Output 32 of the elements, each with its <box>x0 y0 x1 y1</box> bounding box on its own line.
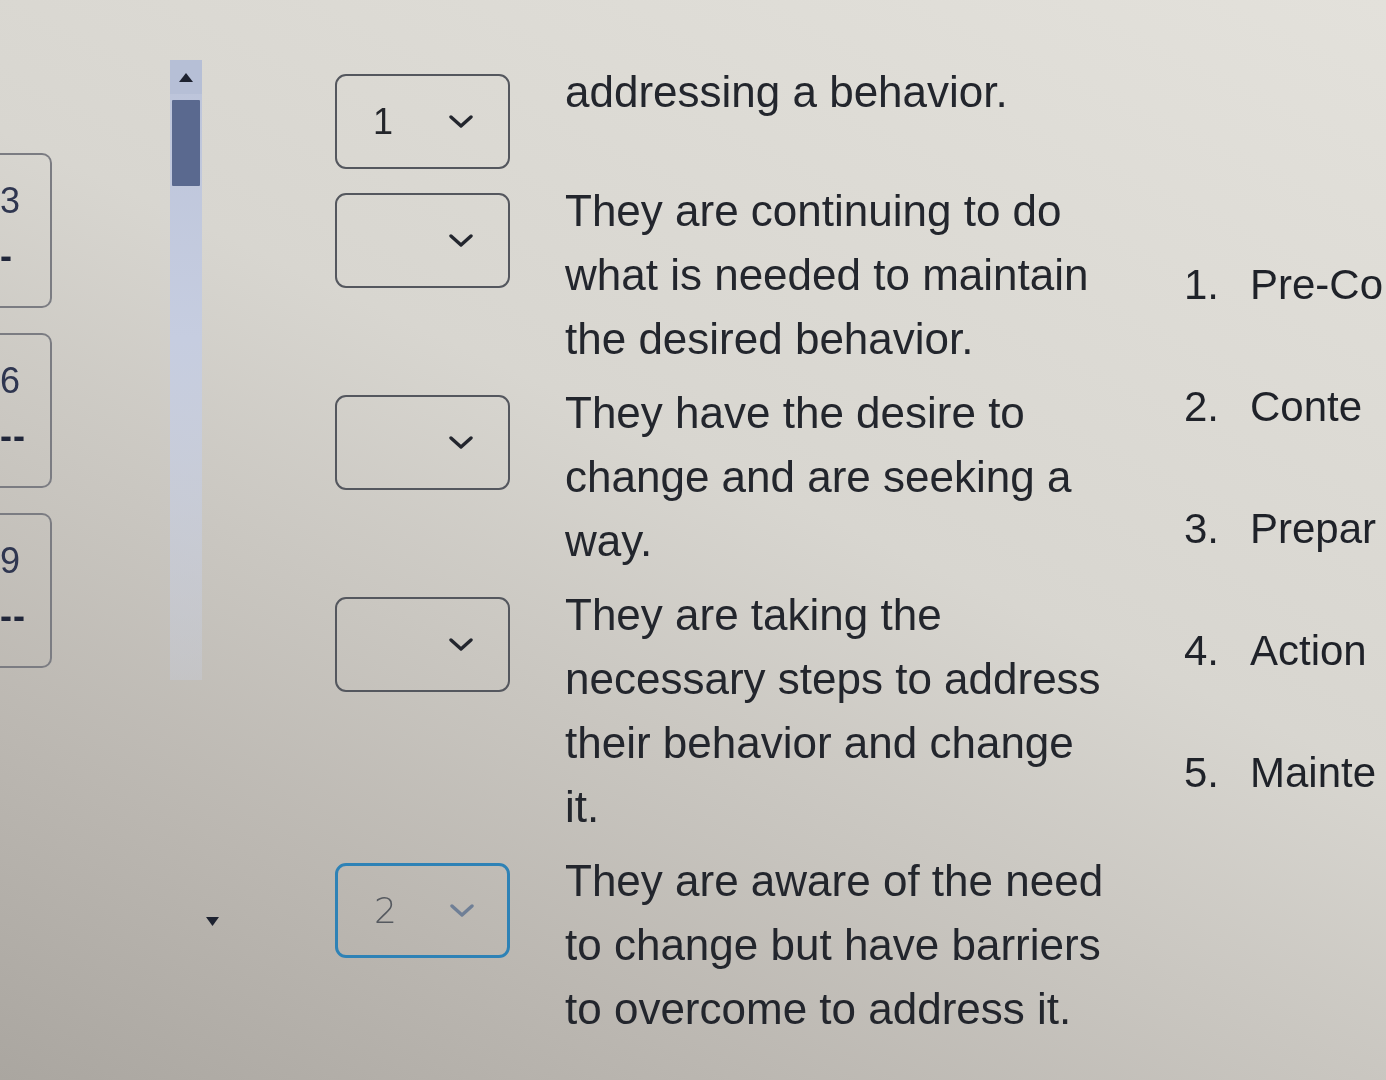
statement-text: They have the desire to change and are seeking a way. <box>565 387 1073 567</box>
answer-dropdown[interactable]: 1 <box>335 74 510 169</box>
down-arrow-icon[interactable] <box>206 917 219 926</box>
stage-label: Pre-Co <box>1250 260 1384 310</box>
question-nav-button[interactable]: 3 - <box>0 153 52 308</box>
question-nav-button[interactable]: 6 -- <box>0 333 52 488</box>
chevron-down-icon <box>449 637 473 652</box>
answer-dropdown[interactable]: 2 <box>335 863 510 958</box>
list-number: 4. <box>1183 626 1221 676</box>
stage-label: Action <box>1250 626 1367 676</box>
stage-label: Prepar <box>1250 504 1377 554</box>
answer-dropdown[interactable] <box>335 193 510 288</box>
stage-label: Mainte <box>1250 748 1377 798</box>
scroll-up-button[interactable] <box>170 60 202 94</box>
up-arrow-icon <box>179 72 193 82</box>
list-number: 1. <box>1183 260 1221 310</box>
chevron-down-icon <box>449 114 473 129</box>
chevron-down-icon <box>449 435 473 450</box>
stage-label: Conte <box>1250 382 1363 432</box>
answer-dropdown[interactable] <box>335 395 510 490</box>
chevron-down-icon <box>450 903 474 918</box>
scrollbar-thumb[interactable] <box>172 100 200 186</box>
list-number: 5. <box>1183 748 1221 798</box>
statement-text: addressing a behavior. <box>565 66 1009 118</box>
list-number: 3. <box>1183 504 1221 554</box>
answer-dropdown[interactable] <box>335 597 510 692</box>
statement-text: They are taking the necessary steps to address their behavior and change it. <box>565 589 1102 833</box>
statement-text: They are aware of the need to change but have barriers to overcome to address it. <box>565 855 1105 1035</box>
question-nav-button[interactable]: 9 -- <box>0 513 52 668</box>
chevron-down-icon <box>449 233 473 248</box>
list-number: 2. <box>1183 382 1221 432</box>
statement-text: They are continuing to do what is needed to maintain the desired behavior. <box>565 185 1090 365</box>
